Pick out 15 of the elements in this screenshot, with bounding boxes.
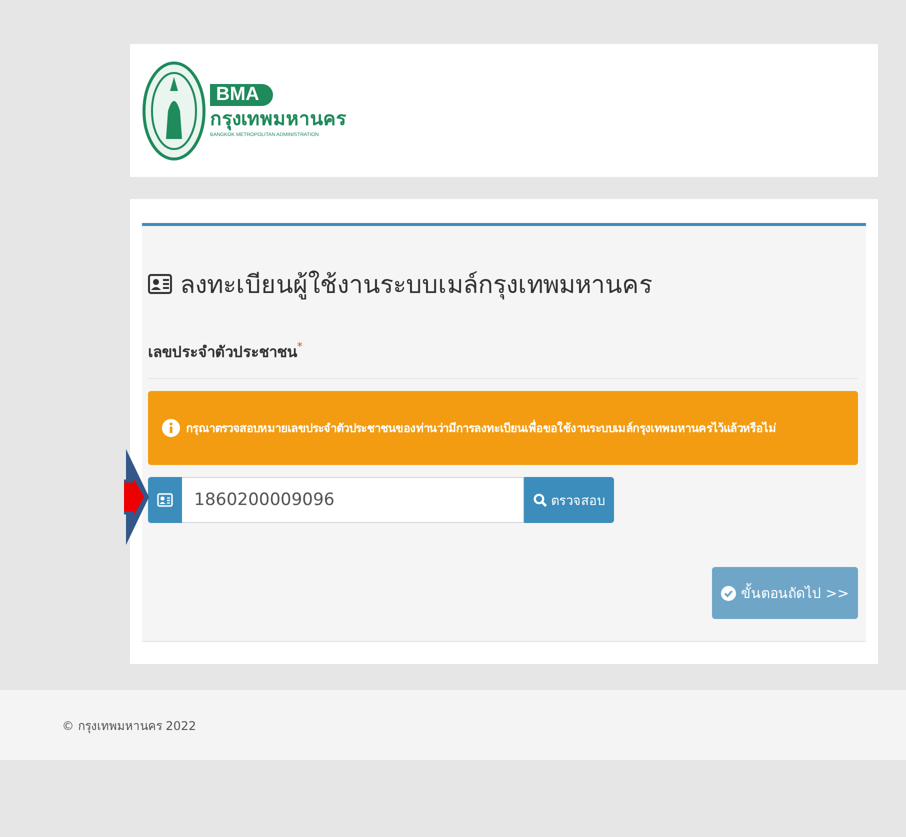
id-number-field[interactable]: 1860200009096: [182, 477, 524, 523]
logo-abbreviation: BMA: [210, 84, 274, 106]
info-icon: [162, 419, 180, 437]
logo-name: กรุงเทพมหานคร: [210, 106, 346, 132]
copyright-text: © กรุงเทพมหานคร 2022: [62, 718, 196, 734]
id-card-icon: [148, 274, 172, 294]
check-circle-icon: [721, 586, 736, 600]
check-button[interactable]: ตรวจสอบ: [524, 477, 614, 523]
field-label: เลขประจำตัวประชาชน: [148, 343, 297, 361]
search-icon: [533, 493, 547, 507]
form-title: ลงทะเบียนผู้ใช้งานระบบเมล์กรุงเทพมหานคร: [180, 269, 652, 302]
emblem-icon: [142, 60, 206, 160]
alert-text: กรุณาตรวจสอบหมายเลขประจำตัวประชาชนของท่านว่ามีการลงทะเบียนเพื่อขอใช้งานระบบเมล์กรุงเทพมหานครไว้แล้วหรือไม่: [186, 419, 776, 437]
required-mark: *: [297, 340, 302, 353]
id-card-icon: [157, 493, 173, 507]
